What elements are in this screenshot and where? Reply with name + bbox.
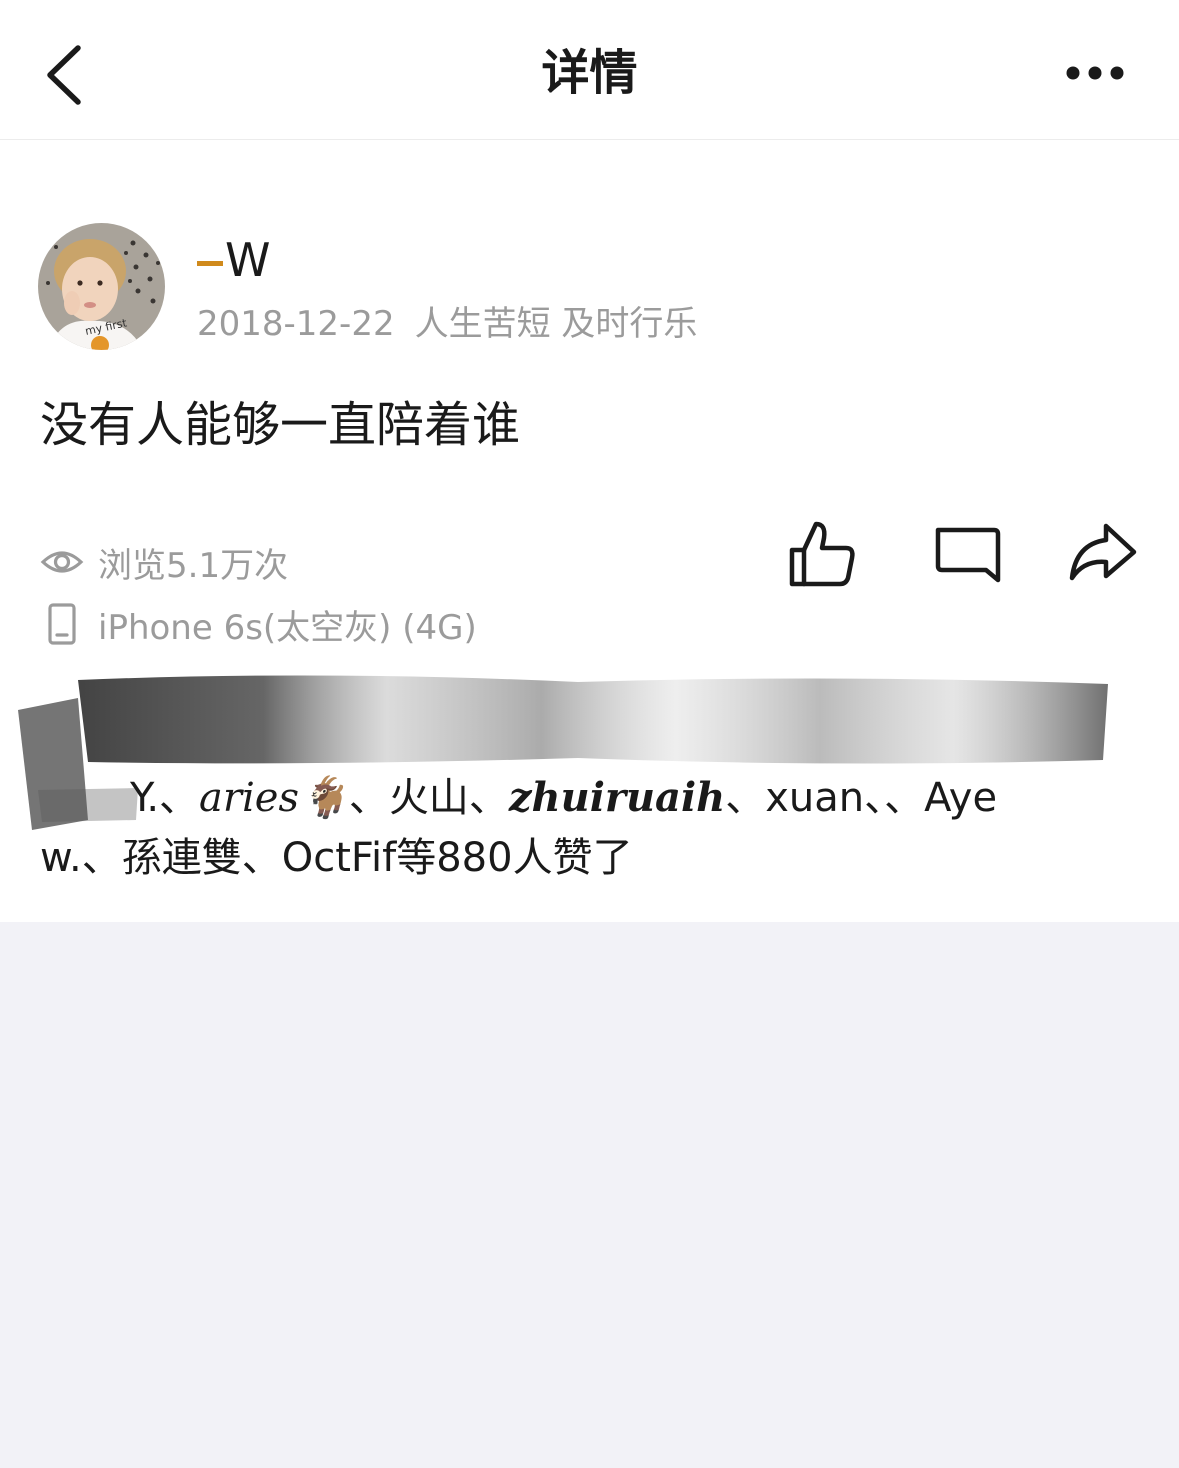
liker-name[interactable]: w.: [40, 835, 82, 881]
comment-icon: [935, 527, 1001, 583]
liker-name[interactable]: 火山: [389, 775, 469, 821]
phone-icon: [40, 602, 84, 646]
liker-name[interactable]: aries🐐: [199, 775, 349, 821]
device-name: iPhone 6s(太空灰) (4G): [98, 607, 477, 648]
liker-name[interactable]: Aye: [924, 775, 997, 821]
liker-name[interactable]: Y.: [130, 775, 159, 821]
thumbs-up-icon: [789, 521, 855, 587]
user-signature: 人生苦短 及时行乐: [414, 304, 698, 344]
device-row: iPhone 6s(太空灰) (4G): [40, 600, 477, 648]
post-card: my first W 2018-12-22 人生苦短 及时行乐 没有人能够一直陪着…: [0, 140, 1179, 922]
eye-icon: [40, 540, 84, 584]
page-title: 详情: [541, 45, 638, 101]
share-button[interactable]: [1066, 518, 1138, 590]
comment-button[interactable]: [930, 518, 1002, 590]
liker-name[interactable]: 孫連雙: [122, 835, 242, 881]
share-arrow-icon: [1069, 523, 1137, 581]
liker-name[interactable]: zhuiruaih: [509, 774, 725, 821]
likes-list: Y.、aries🐐、火山、zhuiruaih、xuan、、Aye w.、孫連雙、…: [40, 774, 998, 881]
username-text: W: [225, 233, 271, 287]
views-row: 浏览5.1万次: [40, 538, 288, 586]
liker-name[interactable]: OctFif: [282, 835, 396, 881]
post-content: 没有人能够一直陪着谁: [40, 397, 521, 453]
avatar[interactable]: my first: [38, 223, 165, 350]
likes-count-text[interactable]: 等880人赞了: [396, 835, 632, 881]
more-horizontal-icon: [1066, 66, 1124, 80]
post-meta: 2018-12-22 人生苦短 及时行乐: [197, 302, 697, 346]
more-button[interactable]: [1060, 55, 1130, 91]
username[interactable]: W: [197, 234, 270, 286]
view-count: 浏览5.1万次: [98, 545, 289, 586]
navigation-bar: 详情: [0, 0, 1179, 140]
like-button[interactable]: [786, 518, 858, 590]
liker-name[interactable]: xuan: [765, 775, 864, 821]
post-date: 2018-12-22: [197, 304, 395, 344]
username-decoration: [197, 261, 223, 266]
